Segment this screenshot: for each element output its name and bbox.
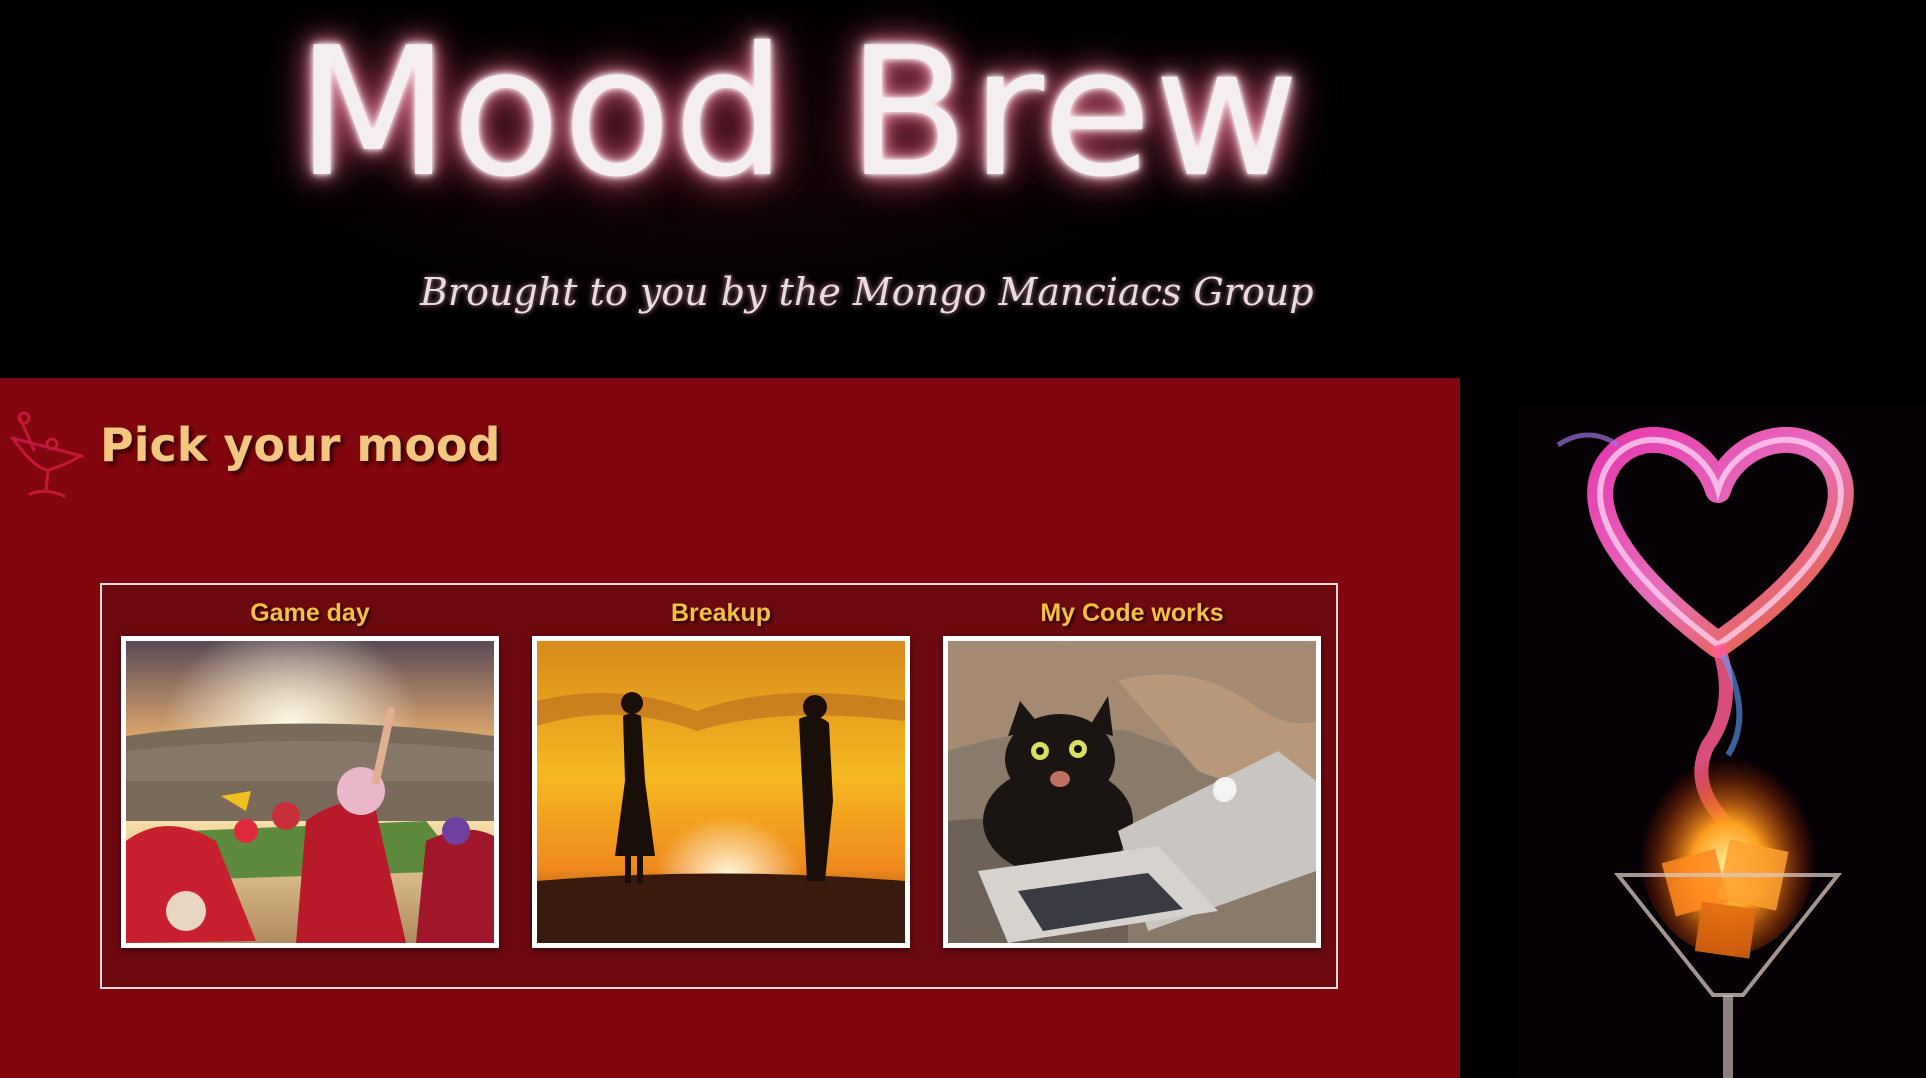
mood-image-game-day[interactable] — [121, 636, 499, 948]
side-image — [1518, 405, 1926, 1078]
site-title: Mood Brew — [296, 9, 1302, 216]
mood-label-my-code-works[interactable]: My Code works — [943, 597, 1321, 629]
section-title: Pick your mood — [100, 418, 501, 472]
page: Mood Brew Brought to you by the Mongo Ma… — [0, 0, 1926, 1078]
mood-image-my-code-works[interactable] — [943, 636, 1321, 948]
mood-label-breakup[interactable]: Breakup — [532, 597, 910, 629]
main-panel: Pick your mood Game day Breakup My Code … — [0, 378, 1460, 1078]
fiery-heart-cocktail-photo — [1518, 405, 1926, 1078]
mood-image-breakup[interactable] — [532, 636, 910, 948]
site-header: Mood Brew Brought to you by the Mongo Ma… — [0, 0, 1926, 378]
stadium-fans-photo — [126, 641, 494, 943]
cocktail-glass-icon — [10, 411, 84, 498]
mood-card-game-day[interactable]: Game day — [121, 597, 499, 948]
mood-card-my-code-works[interactable]: My Code works — [943, 597, 1321, 948]
mood-card-breakup[interactable]: Breakup — [532, 597, 910, 948]
mood-picker: Game day Breakup My Code works — [100, 583, 1338, 989]
site-subtitle: Brought to you by the Mongo Manciacs Gro… — [420, 270, 1314, 314]
sunset-couple-silhouette-photo — [537, 641, 905, 943]
mood-label-game-day[interactable]: Game day — [121, 597, 499, 629]
cat-with-laptop-photo — [948, 641, 1316, 943]
